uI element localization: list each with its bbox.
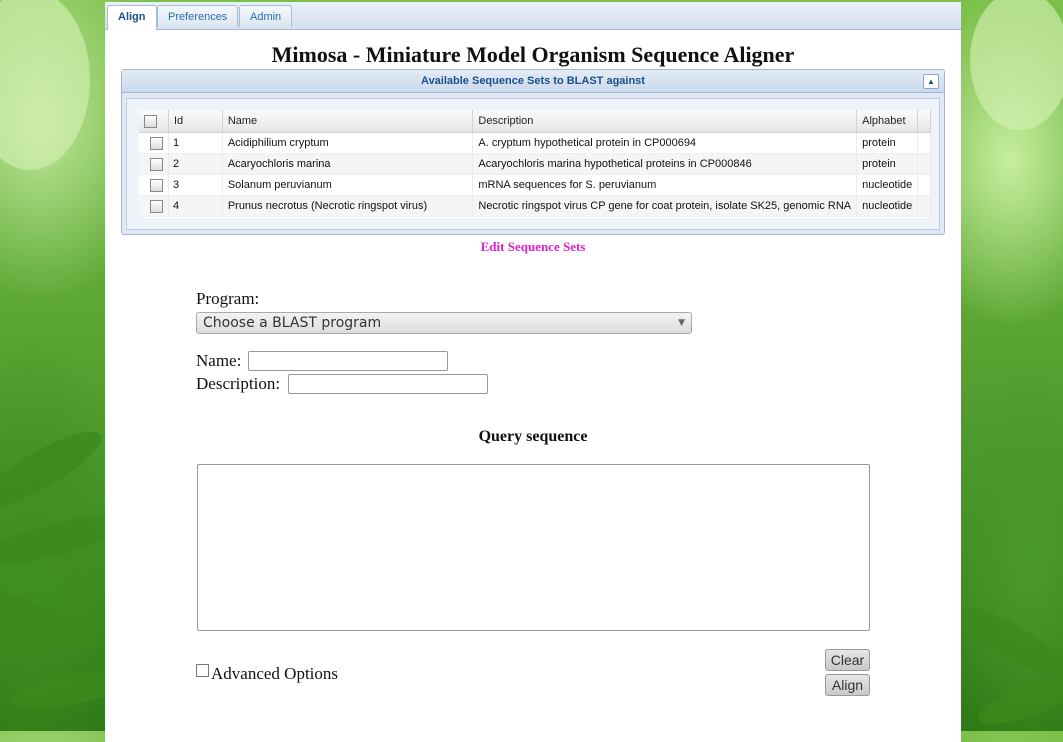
cell-spacer [917, 153, 931, 175]
table-row[interactable]: 1 Acidiphilium cryptum A. cryptum hypoth… [139, 132, 931, 154]
table-row[interactable]: 3 Solanum peruvianum mRNA sequences for … [139, 174, 931, 196]
cell-name: Prunus necrotus (Necrotic ringspot virus… [222, 195, 474, 217]
cell-alphabet: protein [856, 132, 919, 154]
cell-spacer [917, 132, 931, 154]
table-row[interactable]: 4 Prunus necrotus (Necrotic ringspot vir… [139, 195, 931, 217]
column-header-id[interactable]: Id [168, 110, 223, 133]
table-row[interactable]: 2 Acaryochloris marina Acaryochloris mar… [139, 153, 931, 175]
name-label: Name: [196, 351, 242, 370]
align-button[interactable]: Align [825, 674, 870, 696]
cell-description: Acaryochloris marina hypothetical protei… [472, 153, 858, 175]
cell-spacer [917, 174, 931, 196]
cell-description: mRNA sequences for S. peruvianum [472, 174, 858, 196]
cell-id: 2 [168, 153, 223, 175]
description-field[interactable] [288, 374, 488, 394]
row-checkbox[interactable] [150, 136, 163, 150]
cell-description: Necrotic ringspot virus CP gene for coat… [472, 195, 858, 217]
row-checkbox[interactable] [150, 157, 163, 171]
tab-bar: Align Preferences Admin [105, 2, 961, 30]
query-sequence-title: Query sequence [478, 428, 588, 445]
sequence-sets-grid: Id Name Description Alphabet 1 Acidiphil… [139, 110, 931, 218]
chevron-down-icon: ▼ [678, 318, 685, 328]
column-header-name[interactable]: Name [222, 110, 474, 133]
edit-sequence-sets-link[interactable]: Edit Sequence Sets [105, 239, 961, 255]
cell-alphabet: nucleotide [856, 174, 919, 196]
advanced-options[interactable]: Advanced Options [196, 664, 338, 684]
sequence-sets-panel: Available Sequence Sets to BLAST against… [121, 69, 945, 235]
panel-header-label: Available Sequence Sets to BLAST against [421, 75, 645, 87]
panel-header: Available Sequence Sets to BLAST against… [122, 70, 944, 93]
program-label: Program: [196, 289, 260, 308]
column-header-spacer [917, 110, 931, 133]
cell-description: A. cryptum hypothetical protein in CP000… [472, 132, 858, 154]
name-field[interactable] [248, 351, 448, 371]
column-header-description[interactable]: Description [472, 110, 858, 133]
cell-id: 4 [168, 195, 223, 217]
main-page: Align Preferences Admin Mimosa - Miniatu… [105, 2, 961, 742]
cell-id: 3 [168, 174, 223, 196]
tab-preferences[interactable]: Preferences [157, 5, 239, 27]
row-select-cell [139, 195, 169, 217]
row-select-cell [139, 153, 169, 175]
select-all-header [139, 110, 169, 133]
description-label: Description: [196, 374, 281, 393]
panel-body: Id Name Description Alphabet 1 Acidiphil… [126, 98, 940, 230]
tab-align[interactable]: Align [107, 5, 157, 30]
row-select-cell [139, 174, 169, 196]
page-title: Mimosa - Miniature Model Organism Sequen… [271, 42, 795, 67]
clear-button[interactable]: Clear [825, 649, 870, 671]
collapse-icon[interactable]: ▲ [923, 74, 939, 89]
cell-id: 1 [168, 132, 223, 154]
cell-alphabet: nucleotide [856, 195, 919, 217]
cell-name: Solanum peruvianum [222, 174, 474, 196]
column-header-alphabet[interactable]: Alphabet [856, 110, 919, 133]
program-select[interactable]: Choose a BLAST program ▼ [196, 312, 692, 334]
row-checkbox[interactable] [150, 199, 163, 213]
advanced-options-checkbox[interactable] [196, 664, 209, 677]
select-all-checkbox[interactable] [144, 114, 157, 128]
cell-name: Acaryochloris marina [222, 153, 474, 175]
cell-name: Acidiphilium cryptum [222, 132, 474, 154]
program-selected-value: Choose a BLAST program [203, 315, 382, 331]
row-select-cell [139, 132, 169, 154]
cell-alphabet: protein [856, 153, 919, 175]
cell-spacer [917, 195, 931, 217]
tab-admin[interactable]: Admin [239, 5, 293, 27]
query-sequence-textarea[interactable] [197, 464, 870, 631]
advanced-options-label: Advanced Options [211, 664, 339, 683]
row-checkbox[interactable] [150, 178, 163, 192]
